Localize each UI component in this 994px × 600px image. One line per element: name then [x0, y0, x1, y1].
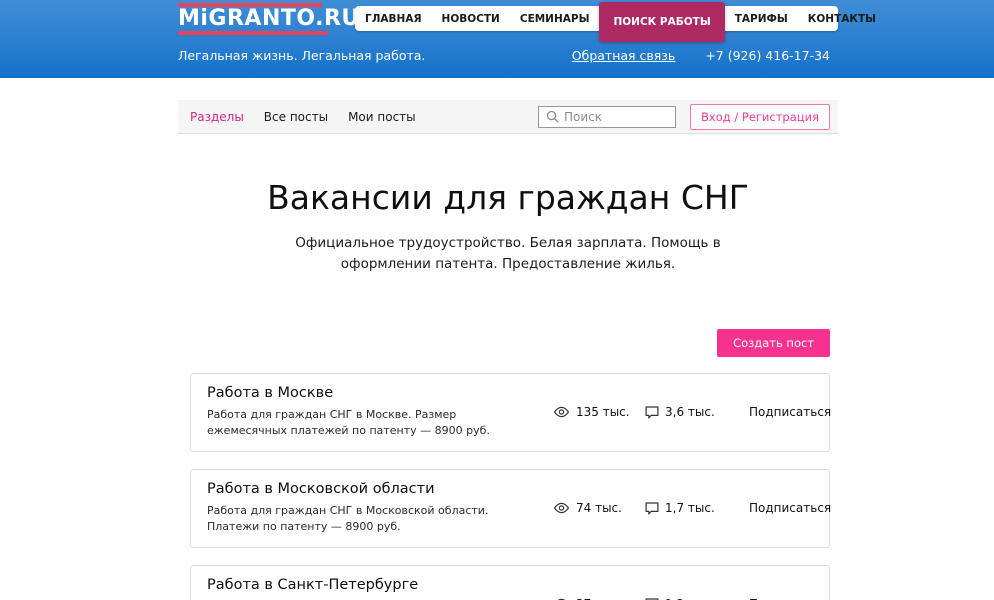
search-box[interactable]	[538, 106, 676, 128]
nav-tab-seminary[interactable]: СЕМИНАРЫ	[510, 6, 600, 31]
site-logo[interactable]: MiGRANTO.RU	[178, 3, 328, 35]
eye-icon	[553, 406, 570, 418]
subnav-link-razdely[interactable]: Разделы	[190, 110, 244, 124]
post-link[interactable]: Работа в Московской области Работа для г…	[207, 481, 537, 536]
nav-tab-glavnaya[interactable]: ГЛАВНАЯ	[355, 6, 432, 31]
login-register-button[interactable]: Вход / Регистрация	[690, 104, 830, 130]
site-header: MiGRANTO.RU ГЛАВНАЯ НОВОСТИ СЕМИНАРЫ ПОИ…	[0, 0, 994, 78]
comment-icon	[645, 502, 659, 515]
logo-text: MiGRANTO.RU	[178, 7, 328, 31]
main-navigation: ГЛАВНАЯ НОВОСТИ СЕМИНАРЫ ПОИСК РАБОТЫ ТА…	[355, 6, 838, 31]
logo-bottom-bar	[178, 31, 328, 35]
views-count: 74 тыс.	[576, 501, 622, 515]
subnav-link-vse-posty[interactable]: Все посты	[264, 110, 328, 124]
post-link[interactable]: Работа в Санкт-Петербурге Работа для гра…	[207, 577, 537, 600]
content-subnav: Разделы Все посты Мои посты Вход / Регис…	[178, 100, 838, 134]
page-subtitle: Официальное трудоустройство. Белая зарпл…	[268, 233, 748, 275]
post-title: Работа в Москве	[207, 385, 537, 401]
nav-tab-tarify[interactable]: ТАРИФЫ	[725, 6, 798, 31]
post-card: Работа в Московской области Работа для г…	[190, 469, 830, 548]
post-title: Работа в Санкт-Петербурге	[207, 577, 537, 593]
comments-stat: 1,7 тыс.	[645, 501, 749, 515]
post-description: Работа для граждан СНГ в Московской обла…	[207, 503, 537, 536]
post-card: Работа в Москве Работа для граждан СНГ в…	[190, 373, 830, 452]
comment-icon	[645, 406, 659, 419]
views-count: 135 тыс.	[576, 405, 630, 419]
page-title: Вакансии для граждан СНГ	[178, 178, 838, 217]
comments-count: 3,6 тыс.	[665, 405, 715, 419]
post-description: Работа для граждан СНГ в Москве. Размер …	[207, 407, 537, 440]
nav-tab-kontakty[interactable]: КОНТАКТЫ	[798, 6, 886, 31]
nav-tab-novosti[interactable]: НОВОСТИ	[432, 6, 510, 31]
post-title: Работа в Московской области	[207, 481, 537, 497]
phone-number: +7 (926) 416-17-34	[705, 48, 830, 63]
nav-tab-poisk-raboty[interactable]: ПОИСК РАБОТЫ	[599, 2, 724, 42]
feedback-link[interactable]: Обратная связь	[572, 48, 676, 63]
comments-stat: 3,6 тыс.	[645, 405, 749, 419]
subscribe-link[interactable]: Подписаться	[749, 501, 831, 515]
post-list: Работа в Москве Работа для граждан СНГ в…	[178, 373, 838, 600]
comments-count: 1,7 тыс.	[665, 501, 715, 515]
header-tagline: Легальная жизнь. Легальная работа.	[178, 48, 425, 63]
post-card: Работа в Санкт-Петербурге Работа для гра…	[190, 565, 830, 600]
post-link[interactable]: Работа в Москве Работа для граждан СНГ в…	[207, 385, 537, 440]
views-stat: 74 тыс.	[553, 501, 645, 515]
views-stat: 135 тыс.	[553, 405, 645, 419]
subscribe-link[interactable]: Подписаться	[749, 405, 831, 419]
eye-icon	[553, 502, 570, 514]
search-icon	[546, 110, 559, 123]
create-post-button[interactable]: Создать пост	[717, 329, 830, 357]
subnav-link-moi-posty[interactable]: Мои посты	[348, 110, 416, 124]
search-input[interactable]	[564, 110, 668, 124]
